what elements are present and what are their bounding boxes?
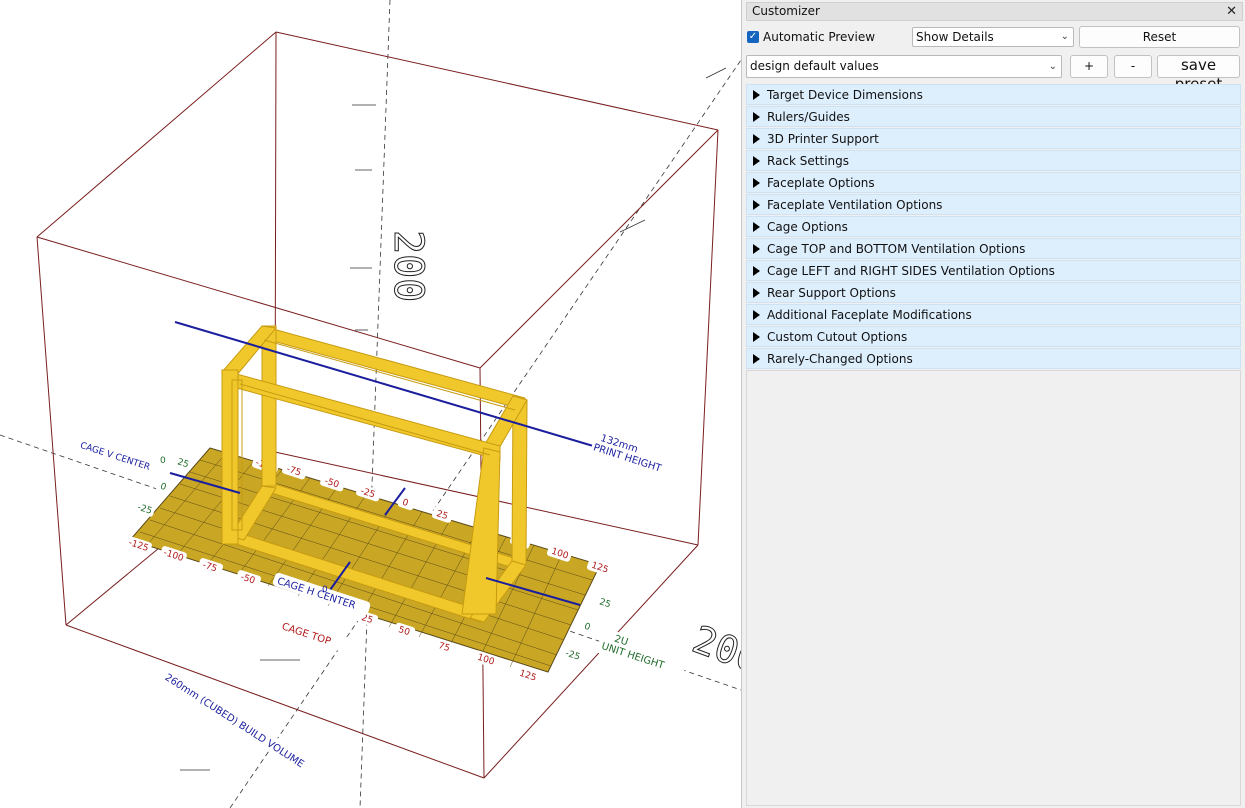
section-cage-options[interactable]: Cage Options: [746, 216, 1241, 237]
front-ruler-tick: 125: [518, 669, 537, 684]
axis-lines: [0, 0, 741, 808]
section-label: Cage LEFT and RIGHT SIDES Ventilation Op…: [767, 264, 1055, 278]
customizer-empty-area: [746, 370, 1241, 806]
customizer-titlebar: Customizer ✕: [746, 2, 1243, 21]
section-label: Faceplate Ventilation Options: [767, 198, 943, 212]
reset-button[interactable]: Reset: [1079, 26, 1240, 48]
section-rear-support[interactable]: Rear Support Options: [746, 282, 1241, 303]
3d-viewport[interactable]: 200 200 -125 -100 -75 -50 25 50 75 100 1…: [0, 0, 741, 808]
parameter-sections: Target Device Dimensions Rulers/Guides 3…: [746, 84, 1241, 370]
expand-triangle-icon: [753, 288, 760, 298]
expand-triangle-icon: [753, 112, 760, 122]
expand-triangle-icon: [753, 332, 760, 342]
section-label: Target Device Dimensions: [767, 88, 923, 102]
section-label: Rack Settings: [767, 154, 850, 168]
section-3d-printer-support[interactable]: 3D Printer Support: [746, 128, 1241, 149]
section-additional-faceplate-mods[interactable]: Additional Faceplate Modifications: [746, 304, 1241, 325]
chevron-down-icon: ⌄: [1060, 31, 1069, 42]
section-custom-cutout[interactable]: Custom Cutout Options: [746, 326, 1241, 347]
section-label: Cage Options: [767, 220, 848, 234]
section-faceplate-ventilation[interactable]: Faceplate Ventilation Options: [746, 194, 1241, 215]
cage-top-label: CAGE TOP: [280, 621, 332, 647]
axis-200-vertical-label: 200: [385, 230, 431, 302]
expand-triangle-icon: [753, 178, 760, 188]
section-label: Cage TOP and BOTTOM Ventilation Options: [767, 242, 1026, 256]
expand-triangle-icon: [753, 222, 760, 232]
expand-triangle-icon: [753, 156, 760, 166]
section-cage-top-bottom-ventilation[interactable]: Cage TOP and BOTTOM Ventilation Options: [746, 238, 1241, 259]
section-label: Additional Faceplate Modifications: [767, 308, 972, 322]
details-select[interactable]: Show Details ⌄: [912, 27, 1074, 47]
preset-select-value: design default values: [750, 59, 879, 73]
section-label: Rear Support Options: [767, 286, 896, 300]
expand-triangle-icon: [753, 134, 760, 144]
expand-triangle-icon: [753, 266, 760, 276]
expand-triangle-icon: [753, 90, 760, 100]
section-label: 3D Printer Support: [767, 132, 879, 146]
close-icon[interactable]: ✕: [1226, 3, 1237, 20]
automatic-preview-label: Automatic Preview: [763, 30, 876, 44]
axis-200-right-label: 200: [687, 617, 741, 682]
section-rarely-changed[interactable]: Rarely-Changed Options: [746, 348, 1241, 369]
section-rulers-guides[interactable]: Rulers/Guides: [746, 106, 1241, 127]
cage-v-zero-label: 0: [160, 456, 166, 466]
customizer-title: Customizer: [752, 4, 820, 18]
section-faceplate-options[interactable]: Faceplate Options: [746, 172, 1241, 193]
details-select-value: Show Details: [916, 30, 994, 44]
automatic-preview-checkbox[interactable]: ✓: [747, 31, 759, 43]
section-label: Rarely-Changed Options: [767, 352, 913, 366]
chevron-down-icon: ⌄: [1048, 61, 1057, 72]
add-preset-button[interactable]: +: [1070, 55, 1108, 78]
section-label: Faceplate Options: [767, 176, 875, 190]
expand-triangle-icon: [753, 310, 760, 320]
section-rack-settings[interactable]: Rack Settings: [746, 150, 1241, 171]
cage-h-zero-label: 0: [322, 585, 328, 595]
preset-select[interactable]: design default values ⌄: [746, 55, 1062, 78]
section-label: Custom Cutout Options: [767, 330, 908, 344]
save-preset-button[interactable]: save preset: [1157, 55, 1240, 93]
expand-triangle-icon: [753, 354, 760, 364]
customizer-panel: Customizer ✕ ✓ Automatic Preview Show De…: [741, 0, 1245, 808]
expand-triangle-icon: [753, 244, 760, 254]
section-label: Rulers/Guides: [767, 110, 850, 124]
section-target-device-dimensions[interactable]: Target Device Dimensions: [746, 84, 1241, 105]
expand-triangle-icon: [753, 200, 760, 210]
build-volume-box: [36, 31, 719, 779]
remove-preset-button[interactable]: -: [1114, 55, 1152, 78]
section-cage-left-right-ventilation[interactable]: Cage LEFT and RIGHT SIDES Ventilation Op…: [746, 260, 1241, 281]
